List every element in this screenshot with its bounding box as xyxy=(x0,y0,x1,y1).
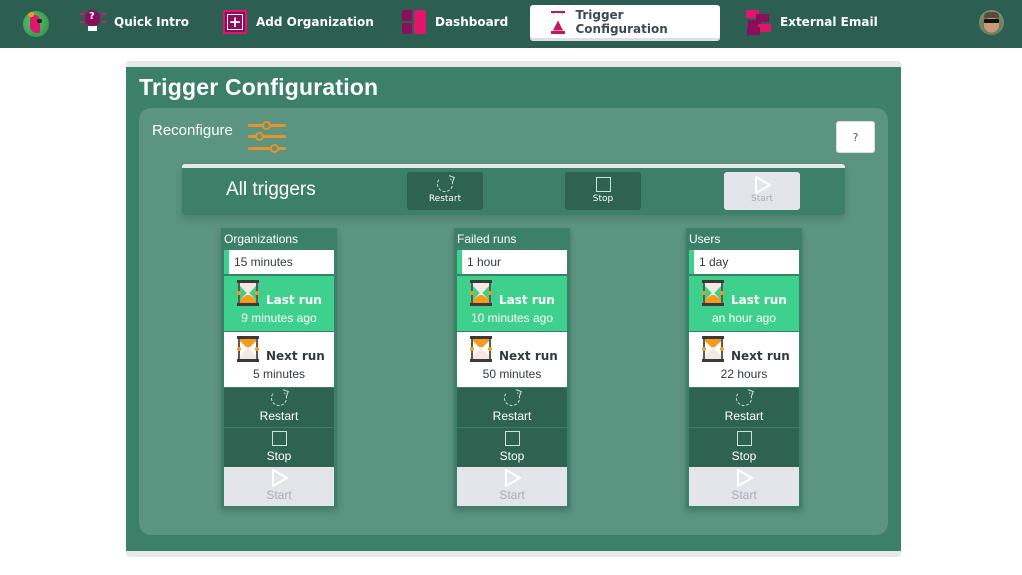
trigger-card: Failed runs 1 hour Last run 10 minutes a… xyxy=(454,228,570,508)
button-label: Start xyxy=(731,488,757,502)
trigger-interval-field[interactable]: 1 hour xyxy=(457,250,567,274)
last-run-section: Last run 10 minutes ago xyxy=(457,276,567,331)
nav-quick-intro[interactable]: ? Quick Intro xyxy=(80,5,189,39)
nav-dashboard[interactable]: Dashboard xyxy=(401,5,508,39)
trigger-name: Users xyxy=(689,232,721,246)
restart-icon xyxy=(271,390,287,406)
start-trigger-button[interactable]: Start xyxy=(689,467,799,506)
stop-trigger-button[interactable]: Stop xyxy=(224,428,334,467)
hourglass-icon xyxy=(470,280,492,306)
stop-all-button[interactable]: Stop xyxy=(565,172,641,210)
start-trigger-button[interactable]: Start xyxy=(224,467,334,506)
last-run-label: Last run xyxy=(731,293,787,307)
stop-icon xyxy=(596,177,611,192)
trigger-name: Organizations xyxy=(224,232,299,246)
button-label: Restart xyxy=(259,409,299,423)
next-run-section: Next run 5 minutes xyxy=(224,332,334,387)
hourglass-icon xyxy=(237,336,259,362)
button-label: Restart xyxy=(492,409,532,423)
nav-label: Dashboard xyxy=(435,15,509,29)
nav-label: Quick Intro xyxy=(114,15,190,29)
stop-trigger-button[interactable]: Stop xyxy=(457,428,567,467)
last-run-section: Last run an hour ago xyxy=(689,276,799,331)
play-icon xyxy=(272,469,288,487)
restart-trigger-button[interactable]: Restart xyxy=(457,388,567,427)
dashboard-icon xyxy=(401,9,427,35)
trigger-interval-field[interactable]: 1 day xyxy=(689,250,799,274)
reconfigure-panel: Reconfigure ? All triggers Restart Stop xyxy=(139,108,888,535)
button-label: Stop xyxy=(499,449,525,463)
button-label: Restart xyxy=(428,194,462,204)
stop-icon xyxy=(737,431,752,446)
trigger-name: Failed runs xyxy=(457,232,517,246)
hourglass-icon xyxy=(237,280,259,306)
last-run-value: an hour ago xyxy=(711,311,777,325)
restart-icon xyxy=(504,390,520,406)
last-run-section: Last run 9 minutes ago xyxy=(224,276,334,331)
next-run-section: Next run 50 minutes xyxy=(457,332,567,387)
hourglass-icon xyxy=(702,336,724,362)
button-label: Restart xyxy=(724,409,764,423)
next-run-value: 5 minutes xyxy=(252,367,306,381)
envelopes-icon xyxy=(746,9,772,35)
nav-label: Trigger Configuration xyxy=(575,7,668,36)
hourglass-icon xyxy=(702,280,724,306)
button-label: Start xyxy=(266,488,292,502)
next-run-section: Next run 22 hours xyxy=(689,332,799,387)
trigger-interval-field[interactable]: 15 minutes xyxy=(224,250,334,274)
next-run-value: 22 hours xyxy=(720,367,768,381)
page-container: Trigger Configuration Reconfigure ? All … xyxy=(126,61,901,557)
start-trigger-button[interactable]: Start xyxy=(457,467,567,506)
page-title: Trigger Configuration xyxy=(139,74,379,100)
button-label: Stop xyxy=(592,194,614,204)
lightbulb-question-icon: ? xyxy=(80,9,106,35)
nav-trigger-configuration[interactable]: Trigger Configuration xyxy=(530,5,720,38)
restart-all-button[interactable]: Restart xyxy=(407,172,483,210)
restart-trigger-button[interactable]: Restart xyxy=(689,388,799,427)
trigger-card: Organizations 15 minutes Last run 9 minu… xyxy=(221,228,337,508)
button-label: Stop xyxy=(731,449,757,463)
trigger-card: Users 1 day Last run an hour ago Next ru… xyxy=(686,228,802,508)
nav-external-email[interactable]: External Email xyxy=(746,5,878,39)
nav-label: Add Organization xyxy=(256,15,374,29)
next-run-label: Next run xyxy=(731,349,790,363)
next-run-label: Next run xyxy=(499,349,558,363)
button-label: Stop xyxy=(266,449,292,463)
play-icon xyxy=(505,469,521,487)
add-organization-icon: + xyxy=(222,9,248,35)
last-run-value: 10 minutes ago xyxy=(470,311,554,325)
all-triggers-label: All triggers xyxy=(226,179,316,200)
button-label: Start xyxy=(751,194,773,204)
app-logo-parrot-icon[interactable] xyxy=(23,11,49,37)
restart-trigger-button[interactable]: Restart xyxy=(224,388,334,427)
last-run-value: 9 minutes ago xyxy=(241,311,317,325)
hourglass-icon xyxy=(470,336,492,362)
next-run-label: Next run xyxy=(266,349,325,363)
stop-icon xyxy=(505,431,520,446)
stop-trigger-button[interactable]: Stop xyxy=(689,428,799,467)
restart-icon xyxy=(736,390,752,406)
last-run-label: Last run xyxy=(499,293,555,307)
next-run-value: 50 minutes xyxy=(482,367,542,381)
nav-label: External Email xyxy=(780,15,878,29)
sliders-icon[interactable] xyxy=(248,120,288,154)
play-icon xyxy=(755,176,771,194)
start-all-button[interactable]: Start xyxy=(724,172,800,210)
stop-icon xyxy=(272,431,287,446)
reconfigure-label: Reconfigure xyxy=(152,122,233,139)
user-avatar[interactable] xyxy=(979,10,1004,35)
help-button[interactable]: ? xyxy=(836,121,875,153)
hourglass-icon xyxy=(544,9,567,35)
all-triggers-bar: All triggers Restart Stop Start xyxy=(182,164,845,215)
top-nav-bar: ? Quick Intro + Add Organization Dashboa… xyxy=(0,0,1022,48)
nav-add-organization[interactable]: + Add Organization xyxy=(222,5,374,39)
trigger-configuration-card: Trigger Configuration Reconfigure ? All … xyxy=(126,67,901,551)
button-label: Start xyxy=(499,488,525,502)
last-run-label: Last run xyxy=(266,293,322,307)
restart-icon xyxy=(437,176,453,192)
play-icon xyxy=(737,469,753,487)
